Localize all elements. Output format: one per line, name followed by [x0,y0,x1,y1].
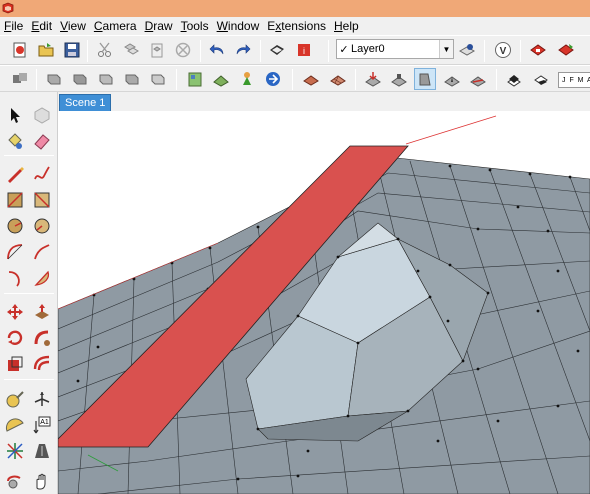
layer-check-icon: ✓ [339,43,349,56]
shadow-month-slider[interactable]: J F M A M [558,72,590,88]
open-folder-icon[interactable] [35,39,57,61]
model-viewport[interactable] [58,111,590,494]
follow-me-icon[interactable] [30,326,54,350]
orbit-icon[interactable] [3,469,27,493]
copy-icon[interactable] [120,39,142,61]
layer-manager-icon[interactable] [456,39,478,61]
axes-icon[interactable] [30,387,54,411]
sketchup-logo-icon [2,2,14,14]
menu-view[interactable]: View [56,17,90,35]
title-bar [0,0,590,17]
pan-hand-icon[interactable] [30,469,54,493]
top-view-icon[interactable] [43,68,65,90]
views-toolbar: J F M A M [0,65,590,92]
undo-icon[interactable] [206,39,228,61]
back-view-icon[interactable] [121,68,143,90]
menu-draw[interactable]: Draw [141,17,177,35]
stamp-icon[interactable] [388,68,410,90]
sandbox-from-scratch-icon[interactable] [327,68,349,90]
polygon-icon[interactable] [30,214,54,238]
menu-window[interactable]: Window [213,17,264,35]
pie-icon[interactable] [30,266,54,290]
new-file-icon[interactable] [9,39,31,61]
warehouse-icon[interactable] [527,39,549,61]
circle-icon[interactable] [3,214,27,238]
move-icon[interactable] [3,300,27,324]
display-shadows-icon[interactable] [530,68,552,90]
model-info-icon[interactable]: i [293,39,315,61]
share-model-icon[interactable] [262,68,284,90]
save-icon[interactable] [61,39,83,61]
drape-icon[interactable] [414,68,436,90]
right-view-icon[interactable] [95,68,117,90]
get-models-icon[interactable] [236,68,258,90]
menu-extensions[interactable]: Extensions [263,17,330,35]
push-pull-icon[interactable] [30,300,54,324]
dimension-icon[interactable] [3,439,27,463]
layer-dropdown[interactable]: ✓ Layer0 ▼ [336,39,454,59]
freehand-icon[interactable] [30,162,54,186]
eraser-icon[interactable] [30,129,54,153]
paste-icon[interactable] [146,39,168,61]
rotated-rectangle-icon[interactable] [30,188,54,212]
cut-icon[interactable] [94,39,116,61]
rotate-icon[interactable] [3,326,27,350]
iso-view-icon[interactable] [9,68,31,90]
svg-text:i: i [303,46,305,56]
tape-measure-icon[interactable] [3,387,27,411]
shadow-settings-icon[interactable] [503,68,525,90]
red-axis-line [405,115,497,145]
large-tool-set: A1 [0,92,58,494]
menu-file[interactable]: File [0,17,27,35]
erase-selection-icon[interactable] [172,39,194,61]
menu-camera[interactable]: Camera [90,17,141,35]
section-plane-icon[interactable] [30,439,54,463]
left-view-icon[interactable] [147,68,169,90]
paint-bucket-icon[interactable] [3,129,27,153]
protractor-icon[interactable] [3,413,27,437]
standard-toolbar: i ✓ Layer0 ▼ V [0,35,590,65]
scene-tab-1[interactable]: Scene 1 [59,94,112,111]
flip-edge-icon[interactable] [467,68,489,90]
line-pencil-icon[interactable] [3,162,27,186]
smoove-icon[interactable] [362,68,384,90]
select-arrow-icon[interactable] [3,103,27,127]
arc-icon[interactable] [3,240,27,264]
redo-icon[interactable] [232,39,254,61]
print-icon[interactable] [266,39,288,61]
menu-edit[interactable]: Edit [27,17,56,35]
add-detail-icon[interactable] [441,68,463,90]
sandbox-from-contours-icon[interactable] [300,68,322,90]
menu-tools[interactable]: Tools [177,17,213,35]
front-view-icon[interactable] [69,68,91,90]
three-point-arc-icon[interactable] [3,266,27,290]
make-component-icon[interactable] [30,103,54,127]
two-point-arc-icon[interactable] [30,240,54,264]
chevron-down-icon[interactable]: ▼ [439,40,453,58]
scale-icon[interactable] [3,352,27,376]
extension-warehouse-icon[interactable] [555,39,577,61]
menu-help[interactable]: Help [330,17,363,35]
add-location-icon[interactable] [184,68,206,90]
vray-icon[interactable]: V [492,39,514,61]
toggle-terrain-icon[interactable] [210,68,232,90]
scene-tabs-bar: Scene 1 [58,92,590,111]
svg-text:A1: A1 [40,419,49,426]
rectangle-icon[interactable] [3,188,27,212]
terrain-model[interactable] [58,111,590,494]
menu-bar: File Edit View Camera Draw Tools Window … [0,17,590,35]
text-label-icon[interactable]: A1 [30,413,54,437]
svg-text:V: V [500,46,507,57]
layer-name: Layer0 [351,43,385,55]
offset-icon[interactable] [30,352,54,376]
